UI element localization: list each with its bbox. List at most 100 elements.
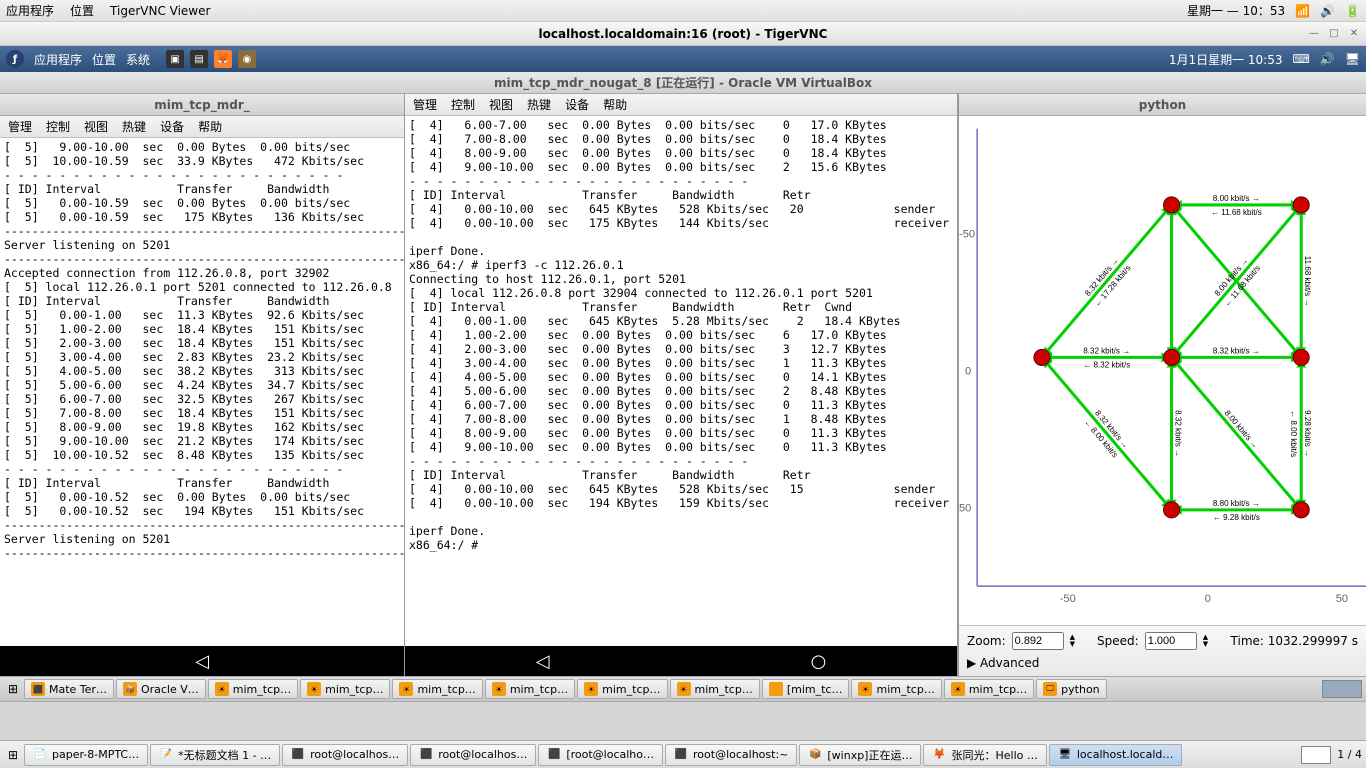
menu-view[interactable]: 视图 xyxy=(489,96,513,113)
menu-manage[interactable]: 管理 xyxy=(413,96,437,113)
menu-device[interactable]: 设备 xyxy=(565,96,589,113)
back-icon[interactable]: ◁ xyxy=(536,651,550,672)
network-icon[interactable]: 📶 xyxy=(1295,4,1310,18)
close-icon[interactable]: ✕ xyxy=(1346,27,1362,41)
svg-text:8.00 kbit/s →: 8.00 kbit/s → xyxy=(1213,194,1260,203)
home-icon[interactable]: ○ xyxy=(811,651,827,672)
taskbar-item[interactable]: 🖥localhost.locald… xyxy=(1049,744,1183,766)
vbox-titlebar[interactable]: mim_tcp_mdr_nougat_8 [正在运行] - Oracle VM … xyxy=(0,72,1366,94)
taskbar-item[interactable]: ☀mim_tcp… xyxy=(577,679,667,699)
guest-menubar: ƒ 应用程序 位置 系统 ▣ ▤ 🦊 ◉ 1月1日星期一 10:53 ⌨ 🔊 🖥 xyxy=(0,46,1366,72)
vnc-titlebar[interactable]: localhost.localdomain:16 (root) - TigerV… xyxy=(0,22,1366,46)
host-menu-tigervnc[interactable]: TigerVNC Viewer xyxy=(110,4,210,18)
app-icon[interactable]: ◉ xyxy=(238,50,256,68)
menu-hotkey[interactable]: 热键 xyxy=(527,96,551,113)
svg-text:← 9.28 kbit/s: ← 9.28 kbit/s xyxy=(1213,513,1260,522)
taskbar-item[interactable]: ☀mim_tcp… xyxy=(944,679,1034,699)
taskbar-item[interactable]: ⬛root@localhost:~ xyxy=(665,744,797,766)
svg-text:-50: -50 xyxy=(1060,593,1076,605)
terminal-icon[interactable]: ▣ xyxy=(166,50,184,68)
taskbar-item[interactable]: ☀mim_tcp… xyxy=(300,679,390,699)
terminal-right-menu: 管理 控制 视图 热键 设备 帮助 xyxy=(405,94,957,116)
svg-text:8.32 kbit/s →: 8.32 kbit/s → xyxy=(1213,346,1260,355)
guest-menu-system[interactable]: 系统 xyxy=(126,51,150,68)
minimize-icon[interactable]: — xyxy=(1306,27,1322,41)
guest-menu-places[interactable]: 位置 xyxy=(92,51,116,68)
menu-control[interactable]: 控制 xyxy=(46,118,70,135)
volume-icon[interactable]: 🔊 xyxy=(1320,4,1335,18)
files-icon[interactable]: ▤ xyxy=(190,50,208,68)
advanced-toggle[interactable]: ▶ Advanced xyxy=(967,656,1039,670)
zoom-label: Zoom: xyxy=(967,634,1006,648)
taskbar-item[interactable]: ⬛root@localhos… xyxy=(410,744,536,766)
show-desktop-icon[interactable]: ⊞ xyxy=(4,682,22,696)
firefox-icon[interactable]: 🦊 xyxy=(214,50,232,68)
terminal-left-menu: 管理 控制 视图 热键 设备 帮助 xyxy=(0,116,404,138)
menu-manage[interactable]: 管理 xyxy=(8,118,32,135)
workspace: mim_tcp_mdr_ 管理 控制 视图 热键 设备 帮助 [ 5] 9.00… xyxy=(0,94,1366,676)
taskbar-item[interactable]: [mim_tc… xyxy=(762,679,850,699)
terminal-left-body[interactable]: [ 5] 9.00-10.00 sec 0.00 Bytes 0.00 bits… xyxy=(0,138,404,646)
python-title: python xyxy=(959,94,1366,116)
back-icon[interactable]: ◁ xyxy=(195,651,209,672)
menu-device[interactable]: 设备 xyxy=(160,118,184,135)
vnc-title: localhost.localdomain:16 (root) - TigerV… xyxy=(539,27,828,41)
speed-input[interactable] xyxy=(1145,632,1197,650)
taskbar-item[interactable]: 📝*无标题文档 1 - … xyxy=(150,744,280,766)
svg-text:0: 0 xyxy=(1205,593,1211,605)
taskbar-item[interactable]: ☀mim_tcp… xyxy=(485,679,575,699)
taskbar-item[interactable]: ☀mim_tcp… xyxy=(208,679,298,699)
android-navbar-right: ◁ ○ xyxy=(405,646,957,676)
taskbar-item[interactable]: 📄paper-8-MPTC… xyxy=(24,744,148,766)
workspace-switcher[interactable] xyxy=(1322,680,1362,698)
taskbar-item[interactable]: ⬛root@localhos… xyxy=(282,744,408,766)
taskbar-item[interactable]: 📦[winxp]正在运… xyxy=(799,744,921,766)
svg-text:← 8.00 kbit/s: ← 8.00 kbit/s xyxy=(1289,410,1298,457)
taskbar-item[interactable]: 📦Oracle V… xyxy=(116,679,206,699)
svg-text:8.80 kbit/s →: 8.80 kbit/s → xyxy=(1213,499,1260,508)
menu-help[interactable]: 帮助 xyxy=(603,96,627,113)
taskbar-item[interactable]: ☀mim_tcp… xyxy=(670,679,760,699)
taskbar-item[interactable]: ⬛[root@localho… xyxy=(538,744,663,766)
display-icon[interactable]: 🖥 xyxy=(1345,52,1360,66)
menu-view[interactable]: 视图 xyxy=(84,118,108,135)
taskbar-item[interactable]: ⬛Mate Ter… xyxy=(24,679,114,699)
host-taskbar: ⊞ 📄paper-8-MPTC…📝*无标题文档 1 - …⬛root@local… xyxy=(0,740,1366,768)
maximize-icon[interactable]: □ xyxy=(1326,27,1342,41)
taskbar-item[interactable]: 🖵python xyxy=(1036,679,1106,699)
guest-menu-apps[interactable]: 应用程序 xyxy=(34,51,82,68)
svg-text:8.00 kbit/s →: 8.00 kbit/s → xyxy=(1223,409,1260,451)
guest-tray-time: 1月1日星期一 10:53 xyxy=(1169,51,1283,68)
zoom-input[interactable] xyxy=(1012,632,1064,650)
workspace-grid-icon[interactable] xyxy=(1301,746,1331,764)
python-pane: python -50 0 50 -50 0 50 8.00 kbit/s →← … xyxy=(958,94,1366,676)
taskbar-item[interactable]: ☀mim_tcp… xyxy=(392,679,482,699)
keyboard-icon[interactable]: ⌨ xyxy=(1292,52,1309,66)
fedora-icon[interactable]: ƒ xyxy=(6,50,24,68)
svg-text:← 8.32 kbit/s: ← 8.32 kbit/s xyxy=(1083,360,1130,369)
svg-text:11.68 kbit/s →: 11.68 kbit/s → xyxy=(1303,256,1312,307)
svg-text:9.28 kbit/s →: 9.28 kbit/s → xyxy=(1303,410,1312,457)
menu-control[interactable]: 控制 xyxy=(451,96,475,113)
battery-icon[interactable]: 🔋 xyxy=(1345,4,1360,18)
menu-help[interactable]: 帮助 xyxy=(198,118,222,135)
show-desktop-icon[interactable]: ⊞ xyxy=(4,748,22,762)
menu-hotkey[interactable]: 热键 xyxy=(122,118,146,135)
host-menubar: 应用程序 位置 TigerVNC Viewer 星期一 — 10：53 📶 🔊 … xyxy=(0,0,1366,22)
host-tray: 星期一 — 10：53 📶 🔊 🔋 xyxy=(1187,2,1360,19)
zoom-down-icon[interactable]: ▼ xyxy=(1070,641,1075,648)
svg-text:0: 0 xyxy=(965,366,971,378)
host-menu-places[interactable]: 位置 xyxy=(70,2,94,19)
terminal-right-body[interactable]: [ 4] 6.00-7.00 sec 0.00 Bytes 0.00 bits/… xyxy=(405,116,957,646)
taskbar-item[interactable]: ☀mim_tcp… xyxy=(851,679,941,699)
network-graph[interactable]: -50 0 50 -50 0 50 8.00 kbit/s →← 11.68 k… xyxy=(959,116,1366,625)
sound-icon[interactable]: 🔊 xyxy=(1320,52,1335,66)
svg-text:-50: -50 xyxy=(959,229,975,241)
taskbar-item[interactable]: 🦊张同光：Hello … xyxy=(923,744,1046,766)
svg-text:8.32 kbit/s →: 8.32 kbit/s → xyxy=(1083,346,1130,355)
python-statusbar: Zoom: ▲▼ Speed: ▲▼ Time: 1032.299997 s ▶… xyxy=(959,625,1366,676)
speed-label: Speed: xyxy=(1097,634,1139,648)
speed-down-icon[interactable]: ▼ xyxy=(1203,641,1208,648)
host-menu-apps[interactable]: 应用程序 xyxy=(6,2,54,19)
guest-taskbar: ⊞ ⬛Mate Ter…📦Oracle V…☀mim_tcp…☀mim_tcp…… xyxy=(0,676,1366,702)
